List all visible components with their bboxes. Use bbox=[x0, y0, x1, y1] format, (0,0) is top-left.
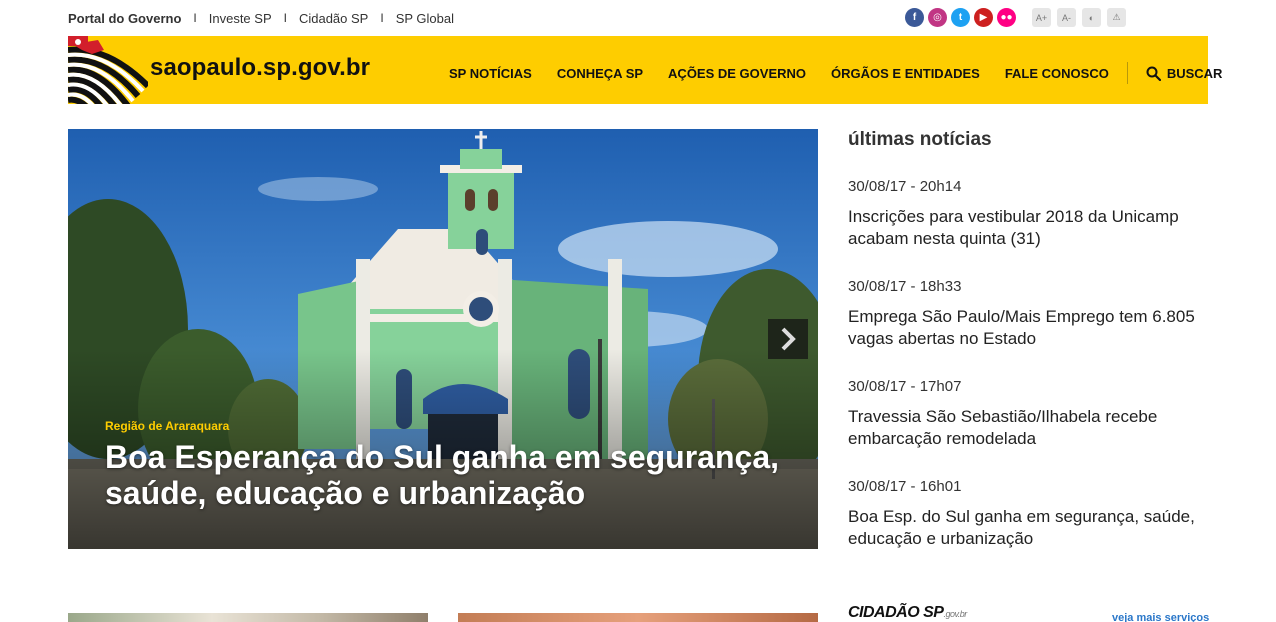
nav-acoes-de-governo[interactable]: AÇÕES DE GOVERNO bbox=[668, 66, 806, 81]
latest-news: últimas notícias 30/08/17 - 20h14 Inscri… bbox=[848, 129, 1208, 548]
twitter-icon[interactable]: t bbox=[951, 8, 970, 27]
hero-kicker[interactable]: Região de Araraquara bbox=[105, 419, 229, 433]
cidadao-logo-text: CIDADÃO SP bbox=[848, 604, 944, 621]
site-header: saopaulo.sp.gov.br SP NOTÍCIAS CONHEÇA S… bbox=[68, 36, 1222, 104]
warning-button[interactable]: ⚠ bbox=[1107, 8, 1126, 27]
social-links: f ◎ t ▶ ●● bbox=[905, 8, 1016, 27]
flickr-icon[interactable]: ●● bbox=[997, 8, 1016, 27]
news-date: 30/08/17 - 17h07 bbox=[848, 378, 962, 395]
top-link-global[interactable]: SP Global bbox=[396, 11, 454, 26]
news-headline[interactable]: Travessia São Sebastião/Ilhabela recebe … bbox=[848, 406, 1208, 450]
site-title[interactable]: saopaulo.sp.gov.br bbox=[150, 54, 370, 82]
news-headline[interactable]: Emprega São Paulo/Mais Emprego tem 6.805… bbox=[848, 306, 1208, 350]
font-increase-button[interactable]: A+ bbox=[1032, 8, 1051, 27]
more-services-link[interactable]: veja mais serviços bbox=[1112, 612, 1209, 622]
contrast-button[interactable]: ◐ bbox=[1082, 8, 1101, 27]
news-date: 30/08/17 - 20h14 bbox=[848, 178, 962, 195]
news-item[interactable]: 30/08/17 - 17h07 Travessia São Sebastião… bbox=[848, 378, 1208, 450]
top-link-portal[interactable]: Portal do Governo bbox=[68, 11, 181, 26]
news-headline[interactable]: Boa Esp. do Sul ganha em segurança, saúd… bbox=[848, 506, 1208, 550]
latest-news-title: últimas notícias bbox=[848, 129, 992, 150]
main-nav: SP NOTÍCIAS CONHEÇA SP AÇÕES DE GOVERNO … bbox=[449, 62, 1222, 84]
youtube-icon[interactable]: ▶ bbox=[974, 8, 993, 27]
feature-thumbnail-1[interactable] bbox=[68, 613, 428, 622]
news-item[interactable]: 30/08/17 - 20h14 Inscrições para vestibu… bbox=[848, 178, 1208, 250]
nav-divider bbox=[1126, 62, 1128, 84]
search-icon bbox=[1146, 66, 1161, 81]
search-label: BUSCAR bbox=[1166, 65, 1223, 81]
feature-thumbnail-2[interactable] bbox=[458, 613, 818, 622]
top-links: Portal do Governo I Investe SP I Cidadão… bbox=[68, 11, 454, 26]
nav-sp-noticias[interactable]: SP NOTÍCIAS bbox=[449, 66, 532, 81]
chevron-right-icon bbox=[781, 327, 796, 351]
cidadao-sp-logo[interactable]: CIDADÃO SP.gov.br bbox=[848, 604, 967, 622]
news-item[interactable]: 30/08/17 - 16h01 Boa Esp. do Sul ganha e… bbox=[848, 478, 1208, 550]
top-link-investe[interactable]: Investe SP bbox=[209, 11, 272, 26]
news-item[interactable]: 30/08/17 - 18h33 Emprega São Paulo/Mais … bbox=[848, 278, 1208, 350]
top-link-cidadao[interactable]: Cidadão SP bbox=[299, 11, 368, 26]
hero-slide[interactable]: Região de Araraquara Boa Esperança do Su… bbox=[68, 129, 818, 549]
top-link-separator: I bbox=[283, 11, 287, 25]
top-link-separator: I bbox=[193, 11, 197, 25]
slider-next-button[interactable] bbox=[768, 319, 808, 359]
font-decrease-button[interactable]: A- bbox=[1057, 8, 1076, 27]
search-button[interactable]: BUSCAR bbox=[1146, 65, 1223, 81]
news-date: 30/08/17 - 18h33 bbox=[848, 278, 962, 295]
news-headline[interactable]: Inscrições para vestibular 2018 da Unica… bbox=[848, 206, 1208, 250]
hero-headline[interactable]: Boa Esperança do Sul ganha em segurança,… bbox=[105, 439, 795, 511]
accessibility-tools: A+ A- ◐ ⚠ bbox=[1032, 8, 1126, 27]
nav-fale-conosco[interactable]: FALE CONOSCO bbox=[1005, 66, 1109, 81]
instagram-icon[interactable]: ◎ bbox=[928, 8, 947, 27]
top-link-separator: I bbox=[380, 11, 384, 25]
facebook-icon[interactable]: f bbox=[905, 8, 924, 27]
cidadao-logo-domain: .gov.br bbox=[943, 609, 967, 619]
news-date: 30/08/17 - 16h01 bbox=[848, 478, 962, 495]
sp-state-logo-icon[interactable] bbox=[68, 36, 148, 104]
nav-orgaos-e-entidades[interactable]: ÓRGÃOS E ENTIDADES bbox=[831, 66, 980, 81]
nav-conheca-sp[interactable]: CONHEÇA SP bbox=[557, 66, 643, 81]
